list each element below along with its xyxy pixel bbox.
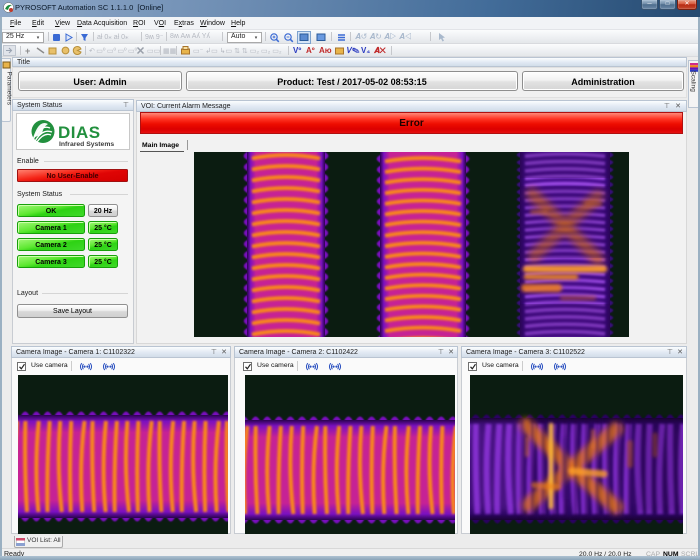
svg-text:DIAS: DIAS — [58, 123, 101, 142]
svg-text:Infrared Systems: Infrared Systems — [59, 141, 114, 148]
